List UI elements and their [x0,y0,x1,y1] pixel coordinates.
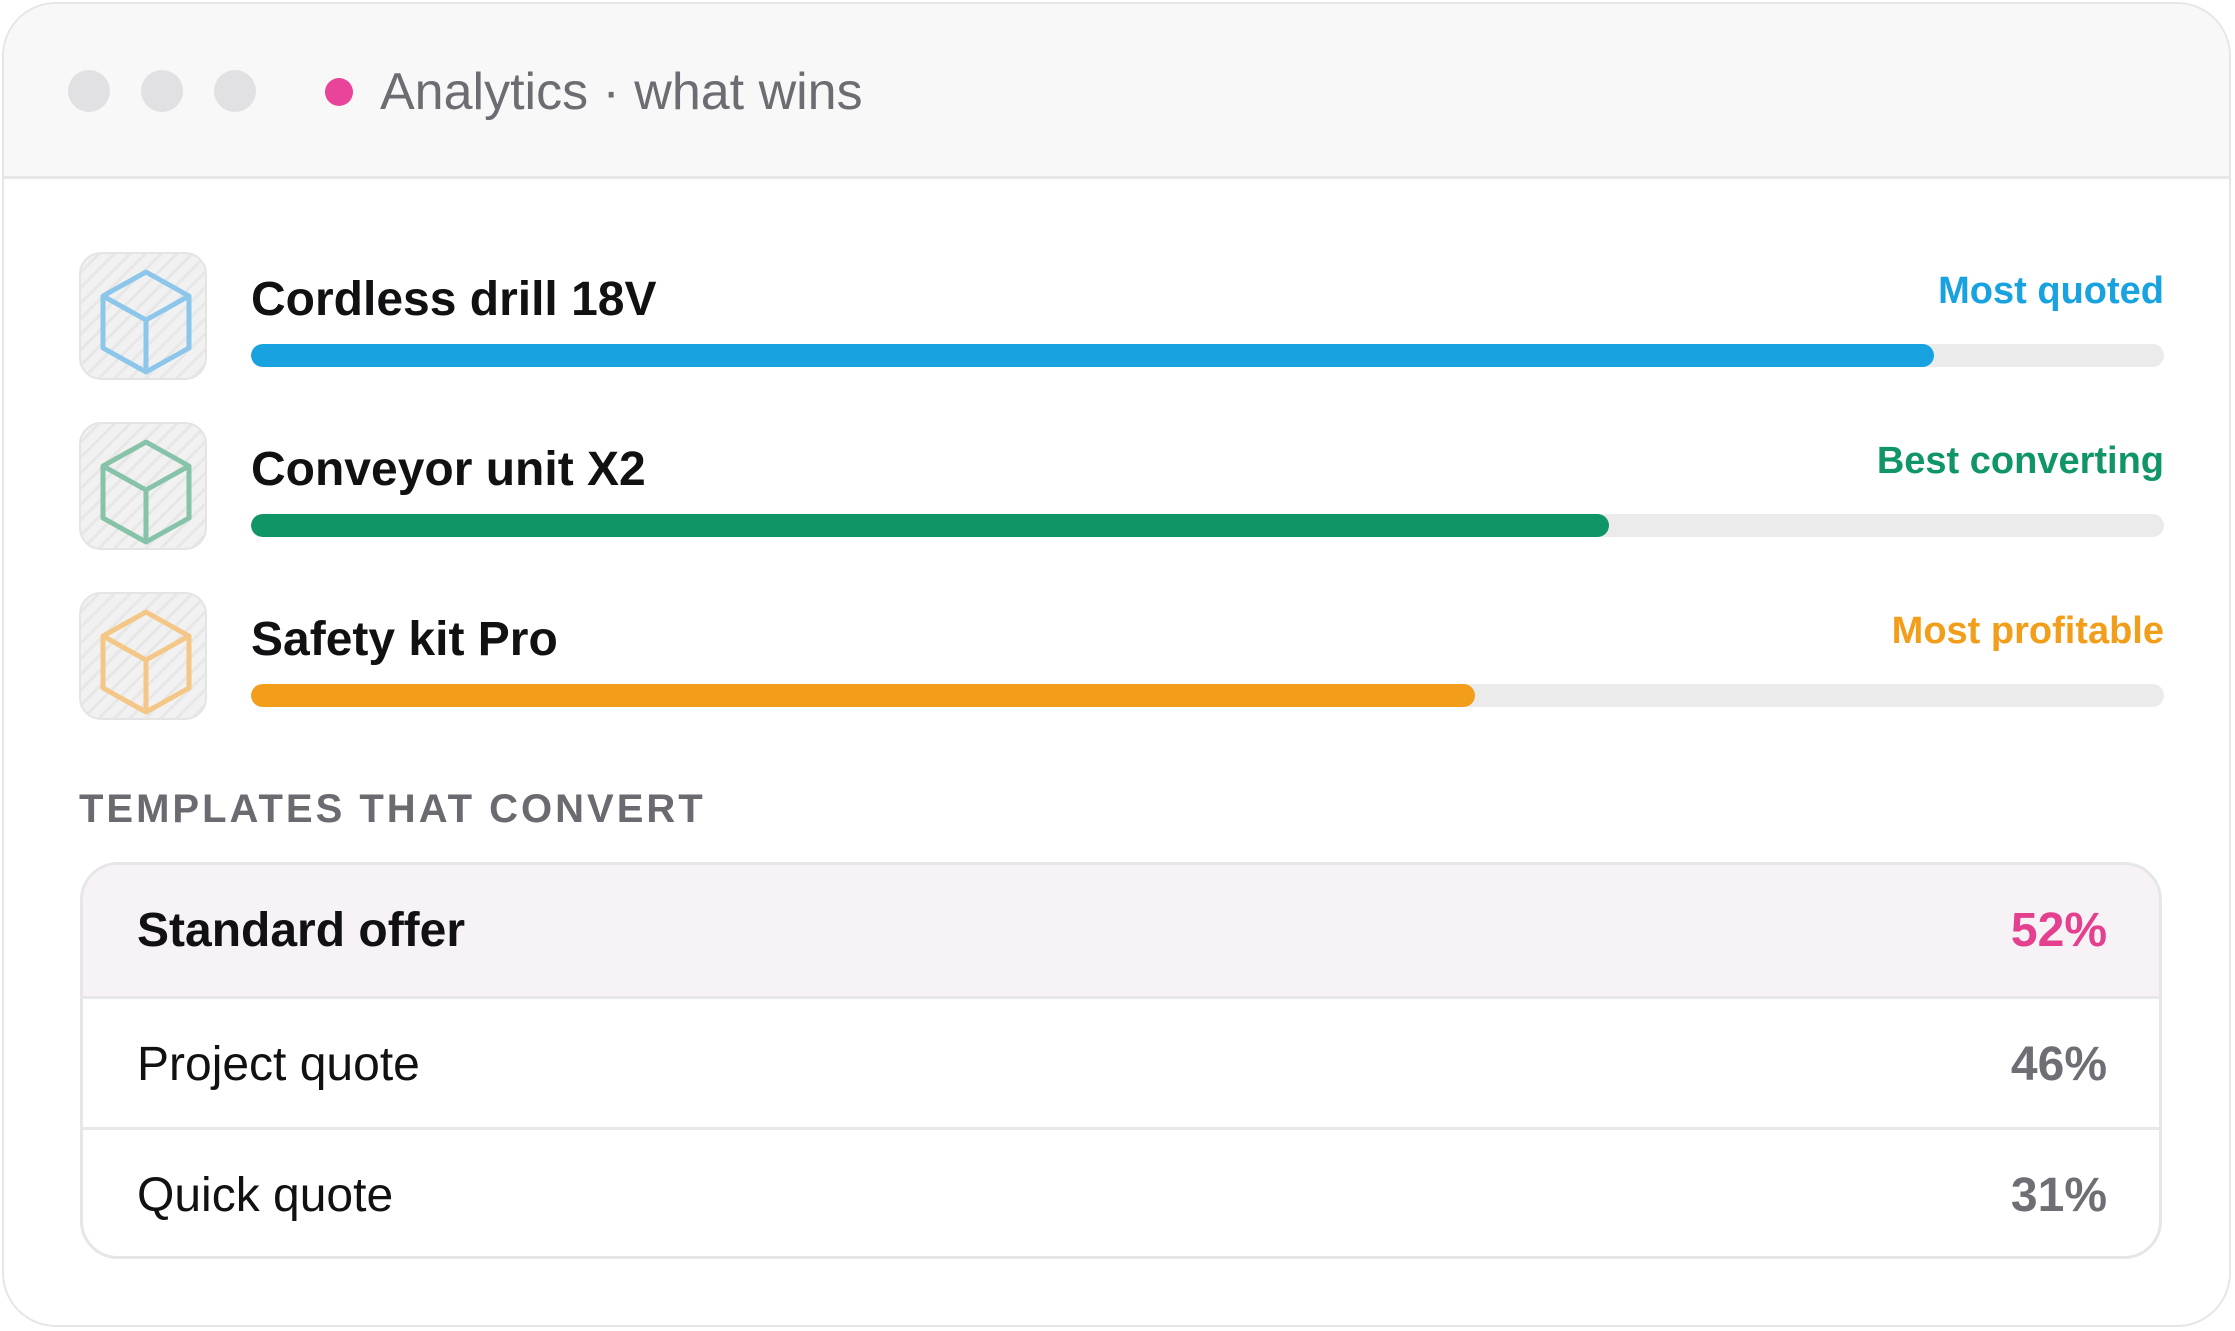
product-row[interactable]: Safety kit Pro Most profitable [79,592,2164,722]
product-badge: Best converting [1876,440,2164,482]
window-title: Analytics · what wins [380,63,863,121]
product-name: Safety kit Pro [251,613,558,666]
progress-fill [251,344,1935,367]
close-window-button[interactable] [68,70,110,112]
progress-track [251,344,2164,367]
conversion-rate: 31% [2010,1169,2107,1222]
table-row[interactable]: Quick quote 31% [83,1127,2159,1256]
progress-track [251,514,2164,537]
box-icon [79,252,207,380]
template-name: Project quote [137,1038,420,1091]
product-row[interactable]: Conveyor unit X2 Best converting [79,422,2164,552]
box-icon-graphic [100,609,192,715]
box-icon [79,592,207,720]
product-badge: Most profitable [1891,610,2164,652]
product-badge: Most quoted [1938,270,2164,312]
section-heading: TEMPLATES THAT CONVERT [79,787,706,831]
conversion-rate: 46% [2010,1038,2107,1091]
progress-track [251,684,2164,707]
box-icon [79,422,207,550]
status-dot-icon [325,78,353,106]
title-bar: Analytics · what wins [4,4,2229,179]
table-row[interactable]: Project quote 46% [83,996,2159,1130]
box-icon-graphic [100,439,192,545]
conversion-rate: 52% [2010,904,2107,957]
analytics-window: Analytics · what wins Cordless drill 18V… [2,2,2231,1327]
minimize-window-button[interactable] [141,70,183,112]
maximize-window-button[interactable] [214,70,256,112]
table-row[interactable]: Standard offer 52% [83,865,2159,996]
box-icon-graphic [100,269,192,375]
templates-table: Standard offer 52% Project quote 46% Qui… [80,862,2162,1259]
template-name: Standard offer [137,904,466,957]
product-name: Cordless drill 18V [251,273,657,326]
template-name: Quick quote [137,1169,394,1222]
product-row[interactable]: Cordless drill 18V Most quoted [79,252,2164,382]
progress-fill [251,684,1476,707]
progress-fill [251,514,1610,537]
product-name: Conveyor unit X2 [251,443,646,496]
